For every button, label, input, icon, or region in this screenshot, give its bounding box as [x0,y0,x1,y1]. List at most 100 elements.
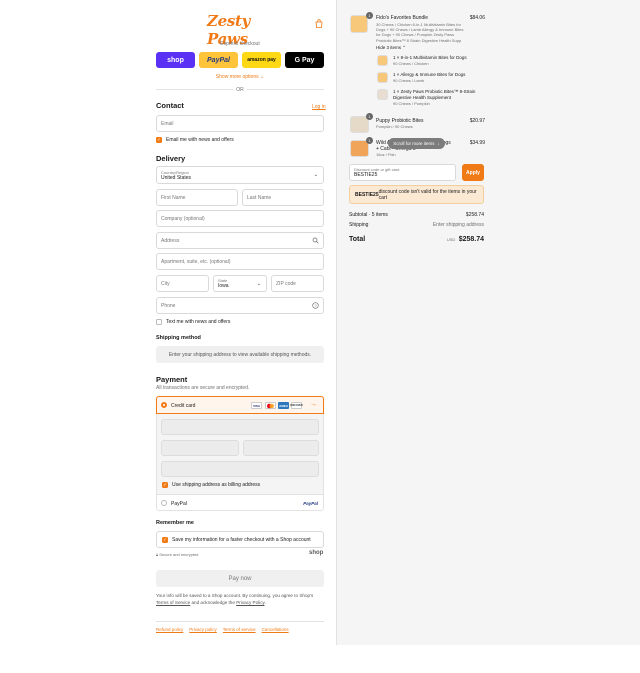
expiry-field[interactable] [161,440,239,456]
login-link[interactable]: Log in [312,104,326,110]
card-number-field[interactable] [161,419,319,435]
item-title: Fido's Favorites Bundle [376,15,429,21]
secure-note-text: Secure and encrypted [159,552,199,557]
delivery-heading: Delivery [156,154,186,163]
email-field[interactable]: Email [156,115,324,132]
show-more-options-link[interactable]: Show more options ⌄ [156,74,324,80]
bundle-subitem-title: 1 × Allergy & Immune Bites for Dogs [393,72,466,77]
remember-me-heading: Remember me [156,520,194,526]
legal-line1: Your info will be saved to a Shop accoun… [156,593,314,598]
paypal-radio[interactable] [161,500,167,506]
paypal-button[interactable]: PayPal [199,52,238,68]
pay-now-button[interactable]: Pay now [156,570,324,587]
express-checkout-label: Express checkout [220,41,260,47]
shopping-bag-icon[interactable] [315,19,323,28]
currency-code: USD [446,237,456,242]
country-select[interactable]: Country/Region United States ⌄ [156,166,324,184]
chevron-down-icon: ⌄ [256,281,261,287]
total-label: Total [349,236,366,243]
city-field[interactable]: City [156,275,209,292]
phone-field[interactable]: Phone ? [156,297,324,314]
paypal-logo: PayPal [303,501,318,506]
arrow-down-icon: ↓ [437,141,440,146]
google-pay-button[interactable]: G Pay [285,52,324,68]
search-icon [312,237,319,246]
more-cards-icon: → [310,401,317,408]
warning-code: BESTIE25 [355,191,379,198]
apartment-field[interactable]: Apartment, suite, etc. (optional) [156,253,324,270]
zip-placeholder: ZIP code [276,280,296,287]
last-name-placeholder: Last Name [247,194,272,201]
show-more-label: Show more options [215,74,259,80]
item-price: $20.97 [469,118,485,124]
remember-me-label: Save my information for a faster checkou… [172,537,311,543]
company-placeholder: Company (optional) [161,215,205,222]
hide-items-toggle[interactable]: Hide 3 items ⌃ [376,45,406,51]
footer-links: Refund policy Privacy policy Terms of se… [156,627,289,632]
total-row: Total USD $258.74 [349,236,484,243]
phone-placeholder: Phone [161,302,176,309]
total-value: $258.74 [458,236,484,243]
order-summary-panel: 1 Fido's Favorites Bundle $84.06 30 Chew… [336,0,640,645]
first-name-field[interactable]: First Name [156,189,238,206]
zip-field[interactable]: ZIP code [271,275,324,292]
cardholder-name-field[interactable] [161,461,319,477]
card-details-form: ✓ Use shipping address as billing addres… [156,414,324,494]
shipping-label: Shipping [349,222,369,228]
privacy-policy-link[interactable]: Privacy policy [189,627,217,632]
bundle-subitem-title-line2: Digestive Health Supplement [393,95,452,100]
bundle-subitem-variant: 90 Chews / Pumpkin [393,101,430,106]
remember-me-option[interactable]: ✓ Save my information for a faster check… [156,531,324,548]
scroll-tooltip[interactable]: Scroll for more items ↓ [388,138,445,149]
terms-link[interactable]: Terms of Service [156,600,190,605]
chevron-down-icon: ⌄ [313,172,318,178]
payment-heading: Payment [156,375,188,384]
billing-same-checkbox[interactable]: ✓ [162,482,168,488]
legal-and: and acknowledge the [190,600,237,605]
discount-code-field[interactable]: Discount code or gift card BESTIE25 [349,164,456,181]
apartment-placeholder: Apartment, suite, etc. (optional) [161,258,231,265]
state-select[interactable]: State Iowa ⌄ [213,275,267,292]
text-news-checkbox[interactable] [156,319,162,325]
mastercard-icon [265,402,276,409]
email-news-checkbox[interactable]: ✓ [156,137,162,143]
terms-of-service-link[interactable]: Terms of service [223,627,256,632]
refund-policy-link[interactable]: Refund policy [156,627,183,632]
discover-icon: DISCOVER [290,402,303,409]
scroll-tooltip-text: Scroll for more items [393,141,435,146]
chevron-down-icon: ⌄ [260,74,265,80]
address-placeholder: Address [161,237,180,244]
shipping-row: Shipping Enter shipping address [349,222,484,228]
hide-items-label: Hide 3 items [376,45,402,50]
bundle-subitem-title: 1 × Zesty Paws Probiotic Bites™ 8-Strain [393,89,476,94]
credit-card-option[interactable]: Credit card VISA AMEX DISCOVER → [156,396,324,414]
help-icon[interactable]: ? [312,302,319,311]
amex-icon: AMEX [278,402,289,409]
brand-logo[interactable]: Zesty Paws [207,12,271,48]
remember-me-checkbox[interactable]: ✓ [162,537,168,543]
product-image [350,15,368,33]
company-field[interactable]: Company (optional) [156,210,324,227]
amazon-pay-button[interactable]: amazon pay [242,52,281,68]
email-placeholder: Email [161,120,174,127]
contact-heading: Contact [156,101,184,110]
credit-card-label: Credit card [171,403,196,409]
apply-button[interactable]: Apply [462,164,484,181]
last-name-field[interactable]: Last Name [242,189,324,206]
discount-warning: BESTIE25 discount code isn't valid for t… [349,185,484,204]
shop-pay-button[interactable]: shop [156,52,195,68]
product-image [377,89,388,100]
credit-card-radio[interactable] [161,402,167,408]
cancellations-link[interactable]: Cancellations [262,627,289,632]
cvv-field[interactable] [243,440,319,456]
visa-icon: VISA [251,402,262,409]
state-value: Iowa [218,283,229,289]
warning-text: discount code isn't valid for the items … [378,188,477,201]
address-field[interactable]: Address [156,232,324,249]
quantity-badge: 1 [366,113,373,120]
quantity-badge: 1 [366,12,373,19]
paypal-option[interactable]: PayPal PayPal [156,494,324,511]
privacy-link[interactable]: Privacy Policy [236,600,264,605]
svg-text:?: ? [314,303,317,308]
item-price: $84.06 [469,15,485,21]
